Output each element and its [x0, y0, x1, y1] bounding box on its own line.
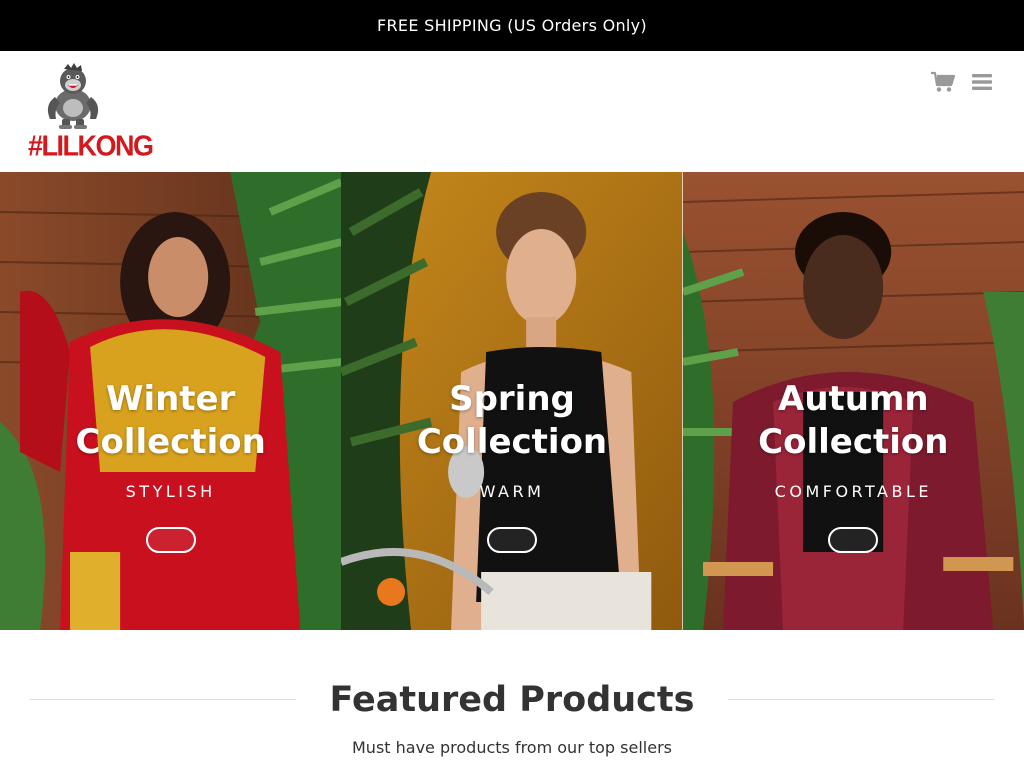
divider-right	[728, 699, 994, 700]
site-header: #LILKONG	[0, 51, 1024, 172]
announcement-bar: FREE SHIPPING (US Orders Only)	[0, 0, 1024, 51]
site-logo[interactable]: #LILKONG	[28, 61, 154, 163]
hamburger-menu-icon[interactable]	[971, 72, 993, 92]
spring-caption: Spring Collection WARM	[341, 378, 682, 553]
collection-panel-autumn[interactable]: Autumn Collection COMFORTABLE	[682, 172, 1024, 630]
collection-title: Winter Collection	[75, 379, 266, 462]
collection-subtitle: STYLISH	[125, 482, 216, 501]
collection-title: Autumn Collection	[758, 379, 949, 462]
section-title: Featured Products	[329, 680, 695, 720]
winter-caption: Winter Collection STYLISH	[0, 378, 341, 553]
featured-products-section: Featured Products Must have products fro…	[0, 630, 1024, 768]
section-subtitle: Must have products from our top sellers	[352, 738, 672, 757]
collection-title: Spring Collection	[416, 379, 608, 462]
collection-panel-spring[interactable]: Spring Collection WARM	[341, 172, 683, 630]
shop-winter-button[interactable]	[145, 527, 196, 553]
collection-subtitle: WARM	[479, 482, 545, 501]
collection-panel-winter[interactable]: Winter Collection STYLISH	[0, 172, 342, 630]
logo-wordmark: #LILKONG	[28, 130, 154, 162]
shop-spring-button[interactable]	[486, 527, 537, 553]
gorilla-mascot-icon	[47, 63, 99, 129]
announcement-text: FREE SHIPPING (US Orders Only)	[377, 16, 647, 35]
collection-subtitle: COMFORTABLE	[774, 482, 932, 501]
autumn-caption: Autumn Collection COMFORTABLE	[683, 378, 1024, 553]
shop-autumn-button[interactable]	[828, 527, 879, 553]
shopping-cart-icon[interactable]	[931, 71, 955, 93]
collection-hero: Winter Collection STYLISH Spring Collect…	[0, 172, 1024, 630]
